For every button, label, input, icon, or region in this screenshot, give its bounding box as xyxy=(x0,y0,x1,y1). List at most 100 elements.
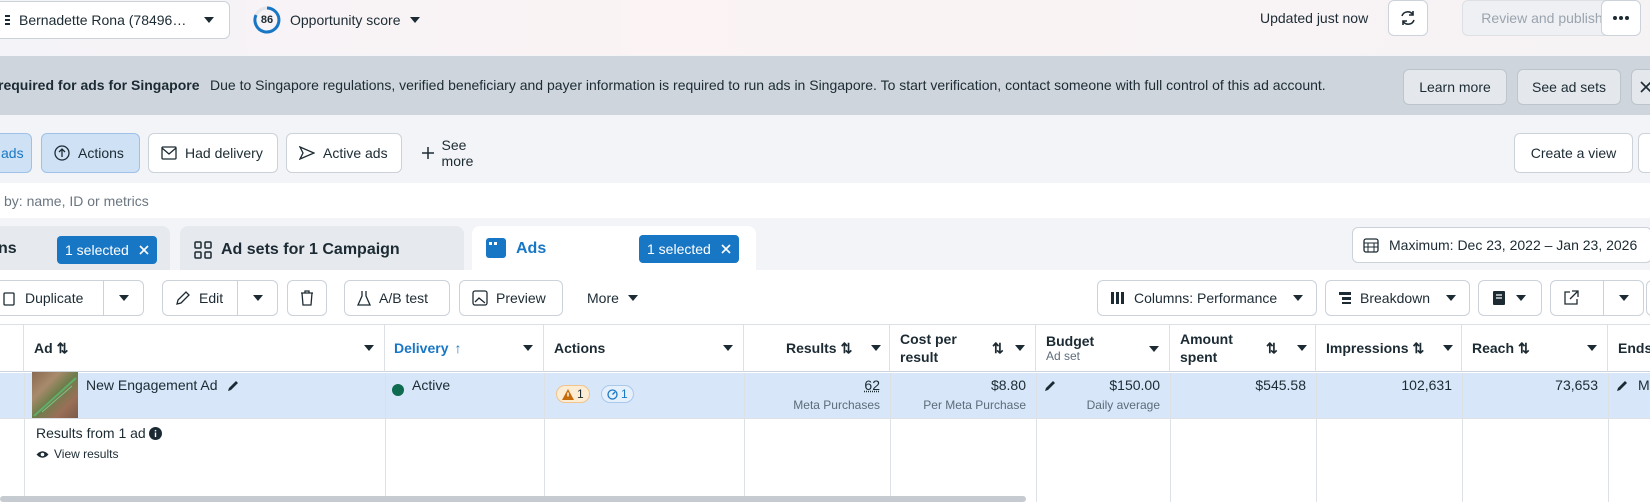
pencil-icon[interactable] xyxy=(226,379,240,393)
image-icon xyxy=(472,290,488,306)
ad-window-icon xyxy=(485,237,507,259)
info-icon[interactable] xyxy=(149,427,162,440)
delete-button[interactable] xyxy=(287,280,327,316)
export-button-group[interactable] xyxy=(1550,280,1644,316)
header-label: Cost per result xyxy=(900,330,980,366)
filter-active-ads[interactable]: Active ads xyxy=(286,133,402,173)
opportunity-badge[interactable]: 1 xyxy=(601,385,634,403)
arrow-up-circle-icon xyxy=(54,145,70,161)
send-icon xyxy=(299,146,315,160)
cost-per-result-type: Per Meta Purchase xyxy=(890,398,1026,412)
filter-actions[interactable]: Actions xyxy=(41,133,140,173)
filter-label: Actions xyxy=(78,145,124,161)
campaigns-selected-pill[interactable]: 1 selected xyxy=(57,236,157,264)
chevron-down-icon xyxy=(1292,294,1304,302)
learn-more-button[interactable]: Learn more xyxy=(1403,69,1507,105)
view-options-button[interactable] xyxy=(1638,133,1650,173)
sort-icon: ⇅ xyxy=(841,340,853,357)
banner-title: required for ads for Singapore xyxy=(0,77,199,93)
date-range-label: Maximum: Dec 23, 2022 – Jan 23, 2026 xyxy=(1389,237,1637,253)
tab-label: Ad sets for 1 Campaign xyxy=(221,241,400,259)
breakdown-icon xyxy=(1338,291,1352,305)
see-more-button[interactable]: See more xyxy=(410,133,512,173)
duplicate-dropdown[interactable] xyxy=(103,281,143,315)
filter-ads[interactable]: ads xyxy=(0,133,32,173)
column-header-budget[interactable]: Budget Ad set xyxy=(1036,325,1170,372)
more-toolbar-button[interactable] xyxy=(1646,280,1650,316)
trash-icon xyxy=(300,290,314,306)
chevron-down-icon xyxy=(252,294,264,302)
breakdown-label: Breakdown xyxy=(1360,290,1430,306)
header-label: Impressions xyxy=(1326,340,1408,356)
flask-icon xyxy=(357,290,371,306)
edit-dropdown[interactable] xyxy=(237,281,277,315)
opportunity-score[interactable]: 86 Opportunity score xyxy=(252,5,421,35)
account-selector[interactable]: Bernadette Rona (78496… xyxy=(0,1,230,39)
score-value: 86 xyxy=(252,5,282,35)
selected-count: 1 selected xyxy=(647,241,711,257)
chevron-down-icon xyxy=(1297,345,1307,351)
results-type: Meta Purchases xyxy=(744,398,880,412)
create-view-button[interactable]: Create a view xyxy=(1514,133,1633,173)
checkbox-column-header[interactable] xyxy=(0,325,24,372)
header-label: Budget xyxy=(1046,333,1094,349)
ab-test-button[interactable]: A/B test xyxy=(344,280,450,316)
more-options-button[interactable] xyxy=(1601,0,1641,36)
column-header-ad[interactable]: Ad ⇅ xyxy=(24,325,385,372)
see-ad-sets-button[interactable]: See ad sets xyxy=(1517,69,1621,105)
column-header-ends[interactable]: Ends xyxy=(1608,325,1650,372)
refresh-button[interactable] xyxy=(1388,0,1428,36)
duplicate-button-group: Duplicate xyxy=(0,280,144,316)
header-label: Amount spent xyxy=(1180,330,1244,366)
horizontal-scrollbar[interactable] xyxy=(0,496,1026,502)
warning-badge[interactable]: 1 xyxy=(556,385,590,403)
review-and-publish-button[interactable]: Review and publish xyxy=(1462,0,1622,36)
sort-icon: ⇅ xyxy=(57,340,69,357)
search-input[interactable]: by: name, ID or metrics xyxy=(0,183,1650,218)
plus-icon xyxy=(422,147,434,159)
column-header-impressions[interactable]: Impressions ⇅ xyxy=(1316,325,1462,372)
columns-icon xyxy=(1110,291,1126,305)
ellipsis-icon xyxy=(1612,15,1630,21)
ad-name-link[interactable]: New Engagement Ad xyxy=(86,377,218,393)
close-icon xyxy=(1640,81,1650,93)
column-header-cost-per-result[interactable]: Cost per result ⇅ xyxy=(890,325,1036,372)
report-icon xyxy=(1491,290,1507,306)
close-banner-button[interactable] xyxy=(1631,69,1650,105)
banner-message: Due to Singapore regulations, verified b… xyxy=(210,77,1326,93)
amount-spent-value: $545.58 xyxy=(1170,377,1306,393)
reports-button[interactable] xyxy=(1478,280,1542,316)
preview-button[interactable]: Preview xyxy=(459,280,563,316)
calendar-icon xyxy=(1363,237,1379,253)
close-icon xyxy=(721,244,731,254)
chevron-down-icon xyxy=(523,345,533,351)
column-header-actions[interactable]: Actions xyxy=(544,325,744,372)
ad-thumbnail[interactable] xyxy=(32,372,78,418)
column-header-reach[interactable]: Reach ⇅ xyxy=(1462,325,1608,372)
column-header-results[interactable]: Results ⇅ xyxy=(744,325,890,372)
warning-icon xyxy=(562,389,574,400)
tab-campaigns[interactable]: ns 1 selected xyxy=(0,226,170,272)
ads-selected-pill[interactable]: 1 selected xyxy=(639,235,739,263)
filter-had-delivery[interactable]: Had delivery xyxy=(148,133,278,173)
pencil-icon[interactable] xyxy=(1615,379,1629,393)
duplicate-button[interactable]: Duplicate xyxy=(25,290,83,306)
date-range-picker[interactable]: Maximum: Dec 23, 2022 – Jan 23, 2026 xyxy=(1352,227,1650,263)
budget-type: Daily average xyxy=(1036,398,1160,412)
reach-value: 73,653 xyxy=(1462,377,1598,393)
more-actions-button[interactable]: More xyxy=(575,280,651,316)
tab-ads[interactable]: Ads 1 selected xyxy=(472,226,756,272)
header-sublabel: Ad set xyxy=(1046,349,1080,363)
sort-ascending-icon: ↑ xyxy=(454,340,461,356)
view-results-link[interactable]: View results xyxy=(36,447,118,461)
export-dropdown[interactable] xyxy=(1603,281,1643,315)
breakdown-button[interactable]: Breakdown xyxy=(1325,280,1470,316)
sort-icon: ⇅ xyxy=(1266,339,1278,357)
columns-button[interactable]: Columns: Performance xyxy=(1097,280,1317,316)
edit-button[interactable]: Edit xyxy=(199,290,223,306)
results-value[interactable]: 62 xyxy=(744,377,880,393)
column-header-amount-spent[interactable]: Amount spent ⇅ xyxy=(1170,325,1316,372)
column-header-delivery[interactable]: Delivery ↑ xyxy=(385,325,544,372)
ends-value: M xyxy=(1638,377,1650,393)
tab-ad-sets[interactable]: Ad sets for 1 Campaign xyxy=(180,226,464,272)
